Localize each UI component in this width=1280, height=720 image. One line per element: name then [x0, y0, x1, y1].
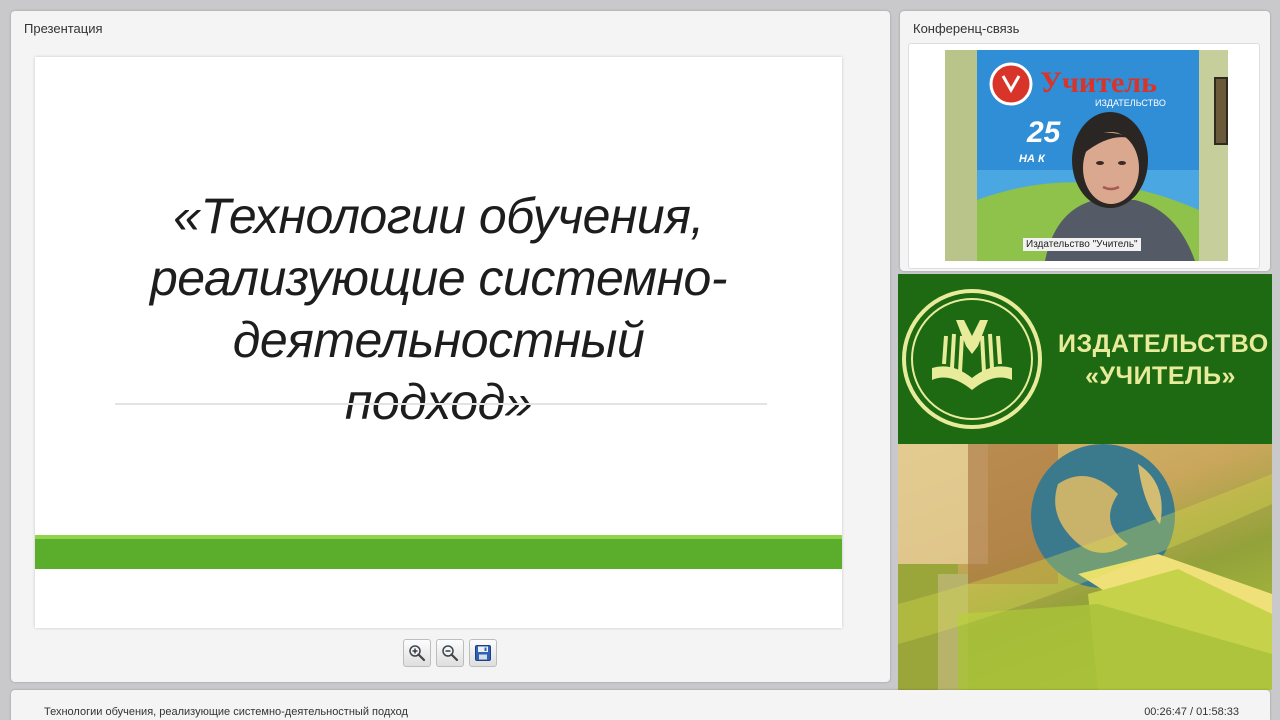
playback-time: 00:26:47 / 01:58:33 — [1144, 706, 1239, 718]
conference-panel-title: Конференц-связь — [913, 21, 1020, 36]
slide-title: «Технологии обучения, реализующие систем… — [95, 185, 782, 433]
footer-title: Технологии обучения, реализующие системн… — [44, 706, 408, 718]
publisher-logo-icon — [902, 289, 1042, 429]
zoom-out-icon — [442, 645, 459, 662]
presentation-panel: Презентация «Технологии обучения, реализ… — [11, 11, 890, 682]
floppy-disk-icon — [475, 645, 491, 661]
save-button[interactable] — [469, 639, 497, 667]
zoom-in-icon — [409, 645, 426, 662]
slide-title-line: реализующие системно- — [150, 250, 728, 306]
slide-accent-bar — [35, 539, 842, 569]
webcam-scene: Учитель ИЗДАТЕЛЬСТВО 25 НА К — [945, 50, 1228, 261]
publisher-name-line1: ИЗДАТЕЛЬСТВО — [1058, 330, 1269, 358]
video-frame: Учитель ИЗДАТЕЛЬСТВО 25 НА К Издательств… — [908, 43, 1260, 269]
publisher-name: ИЗДАТЕЛЬСТВО «УЧИТЕЛЬ» — [1058, 328, 1269, 392]
zoom-in-button[interactable] — [403, 639, 431, 667]
presentation-panel-title: Презентация — [24, 21, 103, 36]
footer-bar: Технологии обучения, реализующие системн… — [11, 690, 1270, 720]
poster-subtext: ИЗДАТЕЛЬСТВО — [1095, 98, 1166, 108]
publisher-name-line2: «УЧИТЕЛЬ» — [1085, 362, 1236, 390]
slide-title-line: деятельностный — [232, 312, 645, 368]
poster-number: 25 — [1026, 116, 1062, 149]
poster-brand: Учитель — [1040, 66, 1157, 99]
zoom-out-button[interactable] — [436, 639, 464, 667]
slide-divider — [115, 403, 767, 405]
poster-small: НА К — [1019, 153, 1046, 165]
books-illustration — [898, 444, 1272, 690]
slide-title-line: подход» — [344, 374, 533, 430]
webcam-video[interactable]: Учитель ИЗДАТЕЛЬСТВО 25 НА К Издательств… — [945, 50, 1228, 261]
publisher-banner: ИЗДАТЕЛЬСТВО «УЧИТЕЛЬ» — [898, 274, 1272, 444]
books-globe-image — [898, 444, 1272, 690]
slide-title-line: «Технологии обучения, — [173, 188, 704, 244]
presentation-slide: «Технологии обучения, реализующие систем… — [35, 57, 842, 628]
video-caption: Издательство "Учитель" — [1023, 238, 1141, 251]
conference-panel: Конференц-связь Учитель ИЗДАТЕЛЬСТВО 25 … — [900, 11, 1270, 271]
